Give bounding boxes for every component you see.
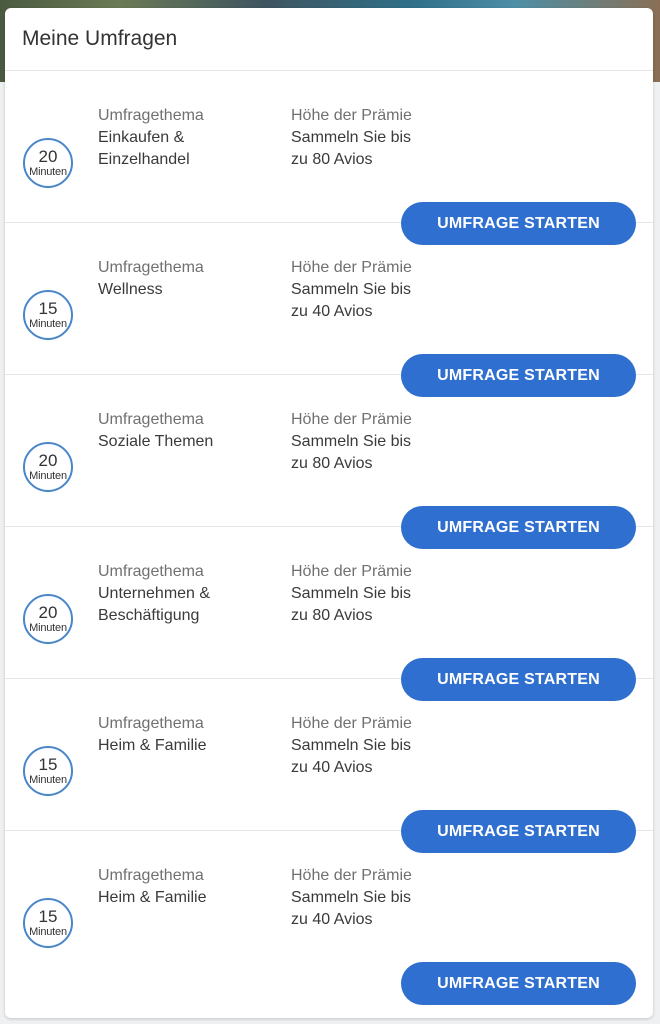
survey-item: 20 Minuten Umfragethema Soziale Themen H… [5, 375, 653, 549]
survey-list: 20 Minuten Umfragethema Einkaufen & Einz… [5, 71, 653, 1005]
topic-block: Umfragethema Heim & Familie [98, 865, 278, 909]
duration-unit: Minuten [29, 166, 67, 178]
duration-value: 20 [38, 451, 58, 470]
survey-item: 20 Minuten Umfragethema Unternehmen & Be… [5, 527, 653, 701]
topic-value: Einkaufen & Einzelhandel [98, 129, 190, 168]
reward-label: Höhe der Prämie [291, 411, 412, 428]
topic-value: Heim & Familie [98, 737, 207, 754]
topic-block: Umfragethema Einkaufen & Einzelhandel [98, 105, 278, 171]
topic-label: Umfragethema [98, 563, 204, 580]
card-header: Meine Umfragen [5, 8, 653, 71]
topic-label: Umfragethema [98, 867, 204, 884]
duration-badge: 20 Minuten [23, 138, 73, 188]
reward-label: Höhe der Prämie [291, 867, 412, 884]
duration-value: 15 [38, 299, 58, 318]
topic-block: Umfragethema Heim & Familie [98, 713, 278, 757]
duration-value: 20 [38, 147, 58, 166]
reward-value: Sammeln Sie bis zu 40 Avios [291, 737, 412, 776]
surveys-card: Meine Umfragen 20 Minuten Umfragethema E… [5, 8, 653, 1018]
topic-block: Umfragethema Wellness [98, 257, 278, 301]
reward-value: Sammeln Sie bis zu 40 Avios [291, 889, 412, 928]
page-title: Meine Umfragen [22, 27, 178, 50]
topic-value: Unternehmen & Beschäftigung [98, 585, 211, 624]
topic-block: Umfragethema Soziale Themen [98, 409, 278, 453]
reward-label: Höhe der Prämie [291, 563, 412, 580]
duration-badge: 15 Minuten [23, 290, 73, 340]
reward-block: Höhe der Prämie Sammeln Sie bis zu 80 Av… [291, 561, 491, 627]
reward-value: Sammeln Sie bis zu 80 Avios [291, 433, 412, 472]
reward-block: Höhe der Prämie Sammeln Sie bis zu 80 Av… [291, 409, 491, 475]
start-survey-button[interactable]: UMFRAGE STARTEN [401, 962, 636, 1005]
topic-label: Umfragethema [98, 259, 204, 276]
duration-unit: Minuten [29, 926, 67, 938]
reward-value: Sammeln Sie bis zu 40 Avios [291, 281, 412, 320]
reward-block: Höhe der Prämie Sammeln Sie bis zu 40 Av… [291, 257, 491, 323]
duration-unit: Minuten [29, 622, 67, 634]
survey-item: 20 Minuten Umfragethema Einkaufen & Einz… [5, 71, 653, 245]
topic-label: Umfragethema [98, 107, 204, 124]
duration-badge: 20 Minuten [23, 442, 73, 492]
duration-unit: Minuten [29, 318, 67, 330]
duration-value: 20 [38, 603, 58, 622]
reward-label: Höhe der Prämie [291, 107, 412, 124]
duration-value: 15 [38, 755, 58, 774]
duration-badge: 15 Minuten [23, 746, 73, 796]
survey-item: 15 Minuten Umfragethema Heim & Familie H… [5, 679, 653, 853]
topic-value: Wellness [98, 281, 163, 298]
reward-value: Sammeln Sie bis zu 80 Avios [291, 129, 412, 168]
reward-block: Höhe der Prämie Sammeln Sie bis zu 40 Av… [291, 713, 491, 779]
survey-item: 15 Minuten Umfragethema Heim & Familie H… [5, 831, 653, 1005]
reward-label: Höhe der Prämie [291, 259, 412, 276]
topic-label: Umfragethema [98, 411, 204, 428]
reward-label: Höhe der Prämie [291, 715, 412, 732]
duration-value: 15 [38, 907, 58, 926]
duration-badge: 20 Minuten [23, 594, 73, 644]
topic-value: Heim & Familie [98, 889, 207, 906]
topic-block: Umfragethema Unternehmen & Beschäftigung [98, 561, 278, 627]
topic-label: Umfragethema [98, 715, 204, 732]
survey-item: 15 Minuten Umfragethema Wellness Höhe de… [5, 223, 653, 397]
duration-unit: Minuten [29, 470, 67, 482]
duration-badge: 15 Minuten [23, 898, 73, 948]
duration-unit: Minuten [29, 774, 67, 786]
reward-block: Höhe der Prämie Sammeln Sie bis zu 80 Av… [291, 105, 491, 171]
topic-value: Soziale Themen [98, 433, 214, 450]
reward-block: Höhe der Prämie Sammeln Sie bis zu 40 Av… [291, 865, 491, 931]
reward-value: Sammeln Sie bis zu 80 Avios [291, 585, 412, 624]
